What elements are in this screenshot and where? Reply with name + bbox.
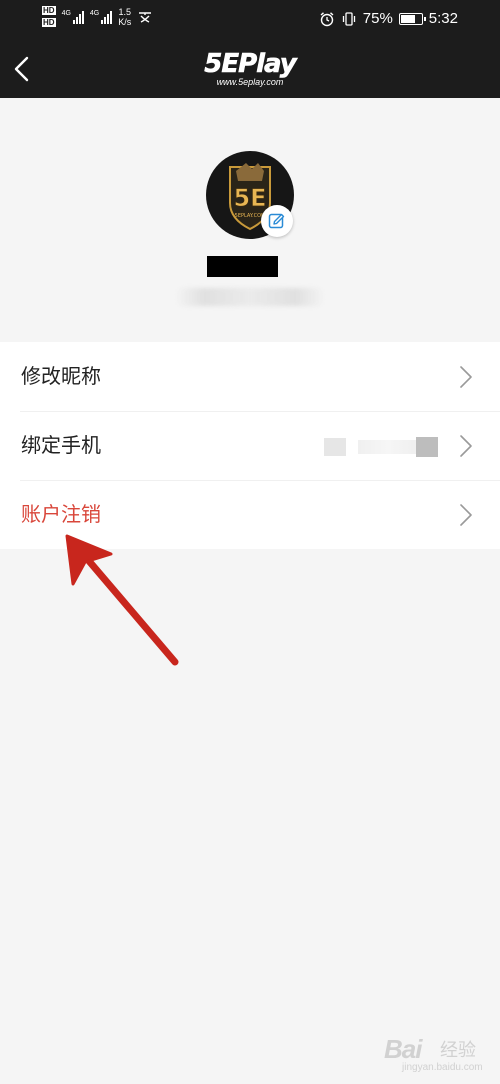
watermark-sub: 经验 [440,1040,476,1060]
edit-icon [268,213,285,229]
logo-url: www.5eplay.com [216,77,284,87]
signal-icon: 4G [62,10,84,24]
logo-text: 5EPlay [204,49,297,79]
chevron-right-icon [460,435,472,457]
battery-percent: 75% [362,10,393,27]
status-bar-left: HD HD 4G 4G 1.5 K/s [42,6,153,27]
menu-item-bind-phone[interactable]: 绑定手机 [0,411,500,480]
menu-item-label: 修改昵称 [21,364,101,388]
chevron-left-icon [14,56,29,82]
speed-value: 1.5 [118,6,132,17]
avatar-text: 5E [233,184,266,212]
watermark-brand: Bai [384,1034,422,1064]
network-speed: 1.5 K/s [118,7,131,27]
hd-label: HD [42,6,56,15]
bound-phone-blurred [318,436,442,458]
edit-avatar-button[interactable] [261,205,293,237]
signal-icon: 4G [89,9,113,24]
clock-time: 5:32 [428,10,458,27]
battery-level [400,14,415,23]
speed-unit: K/s [118,16,132,27]
nickname-redacted [207,256,278,277]
network-label: 4G [61,9,71,17]
menu-item-label: 账户注销 [21,502,101,526]
chevron-right-icon [460,504,472,526]
menu-item-label: 绑定手机 [21,433,101,457]
annotation-arrow-icon [65,534,179,666]
status-bar-right: 75% 5:32 [319,10,458,27]
screen: HD HD 4G 4G 1.5 K/s 75% 5:32 5EPlay www.… [0,0,500,1084]
settings-menu: 修改昵称 绑定手机 账户注销 [0,342,500,549]
status-bar: HD HD 4G 4G 1.5 K/s 75% 5:32 [0,0,500,40]
hd-label: HD [42,18,56,27]
network-label: 4G [89,9,100,17]
app-logo: 5EPlay www.5eplay.com [180,49,320,88]
profile-section: 5E 5EPLAY.COM [0,98,500,340]
hd-indicators: HD HD [42,6,56,27]
baidu-watermark: Bai 经验 jingyan.baidu.com [384,1026,494,1076]
back-button[interactable] [8,50,38,88]
alarm-icon [320,11,334,26]
wifi-off-icon [139,11,152,23]
vibrate-icon [342,11,355,26]
watermark-url: jingyan.baidu.com [402,1062,483,1073]
nav-bar: 5EPlay www.5eplay.com [0,40,500,98]
battery-icon [398,12,426,25]
chevron-right-icon [460,366,472,388]
phone-number-blurred [175,288,325,306]
menu-item-edit-nickname[interactable]: 修改昵称 [0,342,500,411]
